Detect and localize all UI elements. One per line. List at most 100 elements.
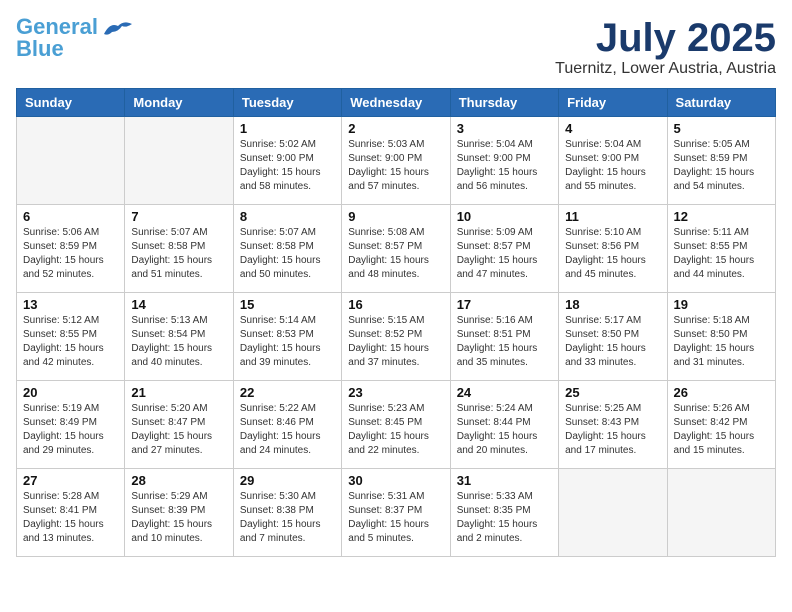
day-info: Sunrise: 5:08 AMSunset: 8:57 PMDaylight:… xyxy=(348,226,443,282)
day-cell: 27Sunrise: 5:28 AMSunset: 8:41 PMDayligh… xyxy=(17,469,125,557)
weekday-header-friday: Friday xyxy=(559,89,667,117)
day-info: Sunrise: 5:19 AMSunset: 8:49 PMDaylight:… xyxy=(23,402,118,458)
day-cell: 13 Sunrise: 5:12 AMSunset: 8:55 PMDayligh… xyxy=(17,293,125,381)
day-cell: 12 Sunrise: 5:11 AMSunset: 8:55 PMDayligh… xyxy=(667,205,775,293)
title-block: July 2025 Tuernitz, Lower Austria, Austr… xyxy=(555,16,776,78)
day-cell xyxy=(667,469,775,557)
day-cell: 5Sunrise: 5:05 AMSunset: 8:59 PMDaylight… xyxy=(667,117,775,205)
day-number: 4 xyxy=(565,121,660,136)
day-number: 29 xyxy=(240,473,335,488)
day-number: 25 xyxy=(565,385,660,400)
day-cell: 18Sunrise: 5:17 AMSunset: 8:50 PMDayligh… xyxy=(559,293,667,381)
day-info: Sunrise: 5:16 AMSunset: 8:51 PMDaylight:… xyxy=(457,314,552,370)
day-number: 11 xyxy=(565,209,660,224)
day-cell: 14 Sunrise: 5:13 AMSunset: 8:54 PMDayligh… xyxy=(125,293,233,381)
day-cell: 20 Sunrise: 5:19 AMSunset: 8:49 PMDayligh… xyxy=(17,381,125,469)
day-number: 16 xyxy=(348,297,443,312)
day-cell: 16 Sunrise: 5:15 AMSunset: 8:52 PMDayligh… xyxy=(342,293,450,381)
day-number: 21 xyxy=(131,385,226,400)
day-info: Sunrise: 5:17 AMSunset: 8:50 PMDaylight:… xyxy=(565,314,660,370)
weekday-header-row: SundayMondayTuesdayWednesdayThursdayFrid… xyxy=(17,89,776,117)
location-title: Tuernitz, Lower Austria, Austria xyxy=(555,60,776,78)
weekday-header-thursday: Thursday xyxy=(450,89,558,117)
day-cell: 1 Sunrise: 5:02 AMSunset: 9:00 PMDaylight… xyxy=(233,117,341,205)
day-info: Sunrise: 5:03 AMSunset: 9:00 PMDaylight:… xyxy=(348,138,443,194)
day-info: Sunrise: 5:02 AMSunset: 9:00 PMDaylight:… xyxy=(240,138,335,194)
day-cell: 28 Sunrise: 5:29 AMSunset: 8:39 PMDayligh… xyxy=(125,469,233,557)
day-info: Sunrise: 5:10 AMSunset: 8:56 PMDaylight:… xyxy=(565,226,660,282)
day-cell: 23 Sunrise: 5:23 AMSunset: 8:45 PMDayligh… xyxy=(342,381,450,469)
day-info: Sunrise: 5:18 AMSunset: 8:50 PMDaylight:… xyxy=(674,314,769,370)
day-cell: 6 Sunrise: 5:06 AMSunset: 8:59 PMDaylight… xyxy=(17,205,125,293)
day-cell: 22 Sunrise: 5:22 AMSunset: 8:46 PMDayligh… xyxy=(233,381,341,469)
day-cell: 3Sunrise: 5:04 AMSunset: 9:00 PMDaylight… xyxy=(450,117,558,205)
day-cell: 21Sunrise: 5:20 AMSunset: 8:47 PMDayligh… xyxy=(125,381,233,469)
day-number: 6 xyxy=(23,209,118,224)
day-number: 14 xyxy=(131,297,226,312)
day-info: Sunrise: 5:15 AMSunset: 8:52 PMDaylight:… xyxy=(348,314,443,370)
day-cell: 29 Sunrise: 5:30 AMSunset: 8:38 PMDayligh… xyxy=(233,469,341,557)
day-number: 8 xyxy=(240,209,335,224)
logo-bird-icon xyxy=(102,18,134,40)
weekday-header-sunday: Sunday xyxy=(17,89,125,117)
day-info: Sunrise: 5:29 AMSunset: 8:39 PMDaylight:… xyxy=(131,490,226,546)
day-number: 2 xyxy=(348,121,443,136)
day-cell: 24 Sunrise: 5:24 AMSunset: 8:44 PMDayligh… xyxy=(450,381,558,469)
day-cell: 31 Sunrise: 5:33 AMSunset: 8:35 PMDayligh… xyxy=(450,469,558,557)
weekday-header-monday: Monday xyxy=(125,89,233,117)
day-cell xyxy=(17,117,125,205)
day-info: Sunrise: 5:26 AMSunset: 8:42 PMDaylight:… xyxy=(674,402,769,458)
day-number: 17 xyxy=(457,297,552,312)
day-info: Sunrise: 5:24 AMSunset: 8:44 PMDaylight:… xyxy=(457,402,552,458)
day-cell xyxy=(559,469,667,557)
day-number: 9 xyxy=(348,209,443,224)
day-number: 15 xyxy=(240,297,335,312)
day-number: 23 xyxy=(348,385,443,400)
day-info: Sunrise: 5:11 AMSunset: 8:55 PMDaylight:… xyxy=(674,226,769,282)
day-info: Sunrise: 5:33 AMSunset: 8:35 PMDaylight:… xyxy=(457,490,552,546)
day-number: 30 xyxy=(348,473,443,488)
day-cell: 9 Sunrise: 5:08 AMSunset: 8:57 PMDaylight… xyxy=(342,205,450,293)
day-info: Sunrise: 5:09 AMSunset: 8:57 PMDaylight:… xyxy=(457,226,552,282)
week-row-2: 6 Sunrise: 5:06 AMSunset: 8:59 PMDaylight… xyxy=(17,205,776,293)
day-cell: 25 Sunrise: 5:25 AMSunset: 8:43 PMDayligh… xyxy=(559,381,667,469)
day-number: 13 xyxy=(23,297,118,312)
day-info: Sunrise: 5:05 AMSunset: 8:59 PMDaylight:… xyxy=(674,138,769,194)
day-number: 22 xyxy=(240,385,335,400)
day-cell: 2 Sunrise: 5:03 AMSunset: 9:00 PMDaylight… xyxy=(342,117,450,205)
day-info: Sunrise: 5:04 AMSunset: 9:00 PMDaylight:… xyxy=(457,138,552,194)
day-number: 10 xyxy=(457,209,552,224)
day-number: 12 xyxy=(674,209,769,224)
page-header: General Blue July 2025 Tuernitz, Lower A… xyxy=(16,16,776,78)
day-info: Sunrise: 5:04 AMSunset: 9:00 PMDaylight:… xyxy=(565,138,660,194)
day-info: Sunrise: 5:13 AMSunset: 8:54 PMDaylight:… xyxy=(131,314,226,370)
day-number: 31 xyxy=(457,473,552,488)
day-info: Sunrise: 5:12 AMSunset: 8:55 PMDaylight:… xyxy=(23,314,118,370)
logo-blue: Blue xyxy=(16,36,64,61)
logo: General Blue xyxy=(16,16,134,60)
day-cell: 26Sunrise: 5:26 AMSunset: 8:42 PMDayligh… xyxy=(667,381,775,469)
day-info: Sunrise: 5:25 AMSunset: 8:43 PMDaylight:… xyxy=(565,402,660,458)
day-info: Sunrise: 5:06 AMSunset: 8:59 PMDaylight:… xyxy=(23,226,118,282)
day-cell: 10 Sunrise: 5:09 AMSunset: 8:57 PMDayligh… xyxy=(450,205,558,293)
day-cell: 19 Sunrise: 5:18 AMSunset: 8:50 PMDayligh… xyxy=(667,293,775,381)
week-row-5: 27Sunrise: 5:28 AMSunset: 8:41 PMDayligh… xyxy=(17,469,776,557)
day-number: 28 xyxy=(131,473,226,488)
day-info: Sunrise: 5:30 AMSunset: 8:38 PMDaylight:… xyxy=(240,490,335,546)
day-info: Sunrise: 5:22 AMSunset: 8:46 PMDaylight:… xyxy=(240,402,335,458)
day-cell: 11 Sunrise: 5:10 AMSunset: 8:56 PMDayligh… xyxy=(559,205,667,293)
logo-text: General Blue xyxy=(16,16,98,60)
day-cell: 8Sunrise: 5:07 AMSunset: 8:58 PMDaylight… xyxy=(233,205,341,293)
day-number: 20 xyxy=(23,385,118,400)
day-info: Sunrise: 5:31 AMSunset: 8:37 PMDaylight:… xyxy=(348,490,443,546)
week-row-1: 1 Sunrise: 5:02 AMSunset: 9:00 PMDaylight… xyxy=(17,117,776,205)
day-number: 1 xyxy=(240,121,335,136)
day-info: Sunrise: 5:23 AMSunset: 8:45 PMDaylight:… xyxy=(348,402,443,458)
day-cell xyxy=(125,117,233,205)
day-number: 7 xyxy=(131,209,226,224)
month-title: July 2025 xyxy=(555,16,776,60)
day-number: 24 xyxy=(457,385,552,400)
day-cell: 15Sunrise: 5:14 AMSunset: 8:53 PMDayligh… xyxy=(233,293,341,381)
weekday-header-wednesday: Wednesday xyxy=(342,89,450,117)
day-number: 19 xyxy=(674,297,769,312)
